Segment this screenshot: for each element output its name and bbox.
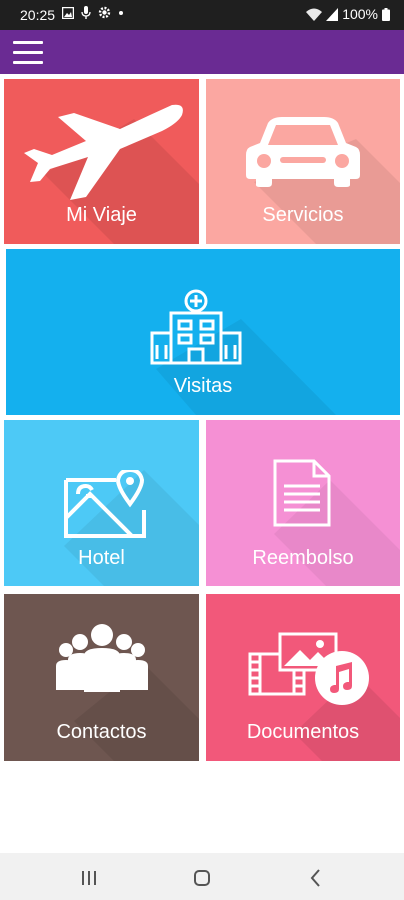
status-icons-left [62,6,124,19]
map-icon [64,470,146,538]
status-icons-right: 100% [306,6,390,22]
mic-icon [81,6,91,19]
tile-servicios[interactable]: Servicios [206,79,400,244]
tile-reembolso[interactable]: Reembolso [206,420,400,586]
document-icon [273,459,331,527]
status-time: 20:25 [20,7,56,23]
airplane-icon [24,104,183,200]
tile-label: Mi Viaje [66,204,137,226]
tile-visitas[interactable]: Visitas [6,249,400,415]
wifi-icon [306,8,323,21]
system-nav-bar [0,853,404,900]
app-bar [0,30,404,74]
tile-label: Reembolso [252,547,354,569]
tile-documentos[interactable]: Documentos [206,594,400,761]
tile-label: Contactos [56,721,147,743]
settings-icon [98,6,111,19]
tile-mi-viaje[interactable]: Mi Viaje [4,79,199,244]
tile-contactos[interactable]: Contactos [4,594,199,761]
home-icon[interactable] [182,863,222,891]
hospital-icon [150,289,242,365]
hamburger-menu-icon[interactable] [10,36,46,68]
signal-icon [326,7,339,21]
tile-label: Servicios [262,204,344,226]
tile-label: Visitas [173,375,233,397]
tile-label: Hotel [78,547,125,569]
battery-percent: 100% [342,6,378,22]
battery-icon [382,7,390,21]
image-icon [62,6,74,19]
app-screen: 20:25 100% Mi Viaje Servicios Visitas Ho… [0,0,404,900]
tile-label: Documentos [246,721,360,743]
media-files-icon [248,632,369,705]
group-icon [56,624,148,692]
car-icon [246,117,360,187]
dot-icon [119,10,123,15]
recent-apps-icon[interactable] [69,863,109,891]
status-bar: 20:25 100% [0,0,404,30]
tile-hotel[interactable]: Hotel [4,420,199,586]
back-icon[interactable] [296,863,336,891]
